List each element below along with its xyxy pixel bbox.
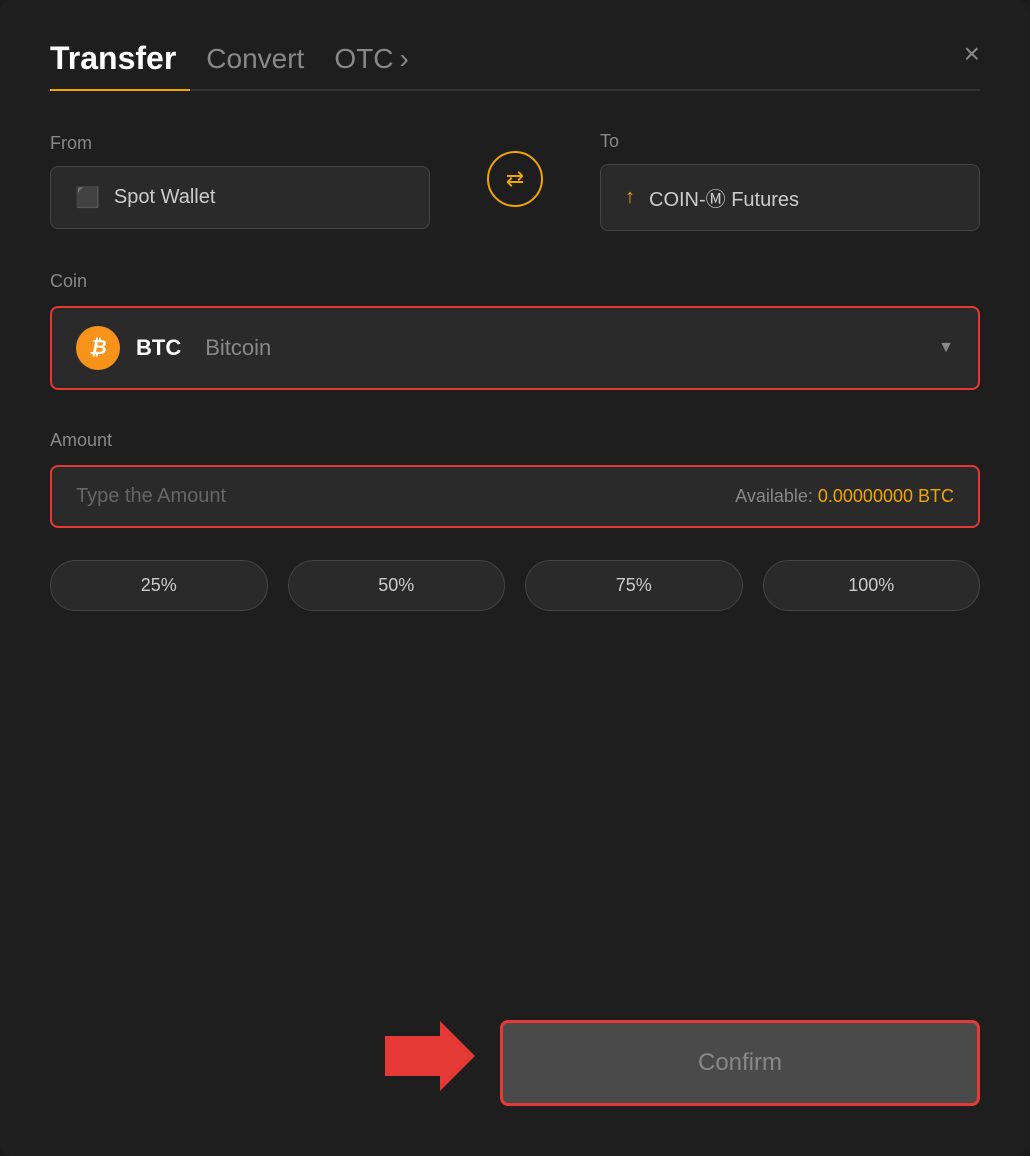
percent-75-button[interactable]: 75%	[525, 560, 743, 611]
tab-transfer[interactable]: Transfer	[50, 40, 176, 89]
coin-full-name: Bitcoin	[205, 335, 271, 361]
confirm-button[interactable]: Confirm	[500, 1020, 980, 1106]
percent-25-button[interactable]: 25%	[50, 560, 268, 611]
percent-50-button[interactable]: 50%	[288, 560, 506, 611]
tab-convert[interactable]: Convert	[206, 43, 304, 87]
amount-input[interactable]	[76, 485, 515, 508]
swap-icon: ⇄	[506, 166, 524, 192]
to-column: To ↑ COIN-Ⓜ Futures	[600, 131, 980, 231]
amount-label: Amount	[50, 430, 980, 451]
swap-button[interactable]: ⇄	[487, 151, 543, 207]
amount-input-wrapper: Available: 0.00000000 BTC	[50, 465, 980, 528]
coin-chevron-icon: ▼	[938, 339, 954, 357]
available-text: Available: 0.00000000 BTC	[735, 486, 954, 507]
wallet-icon: ⬛	[75, 185, 100, 210]
tab-otc[interactable]: OTC ›	[334, 43, 408, 87]
transfer-modal: Transfer Convert OTC › × From ⬛ Spot Wal…	[0, 0, 1030, 1156]
from-to-section: From ⬛ Spot Wallet ⇄ To ↑ COIN-Ⓜ Futures	[50, 131, 980, 231]
from-wallet-name: Spot Wallet	[114, 186, 216, 209]
percent-buttons: 25% 50% 75% 100%	[50, 560, 980, 611]
available-amount: 0.00000000 BTC	[818, 486, 954, 506]
btc-icon: ₿	[76, 326, 120, 370]
close-button[interactable]: ×	[964, 40, 980, 68]
to-wallet-select[interactable]: ↑ COIN-Ⓜ Futures	[600, 164, 980, 231]
futures-icon: ↑	[625, 186, 635, 209]
modal-header: Transfer Convert OTC › ×	[50, 40, 980, 89]
from-label: From	[50, 133, 430, 154]
to-wallet-name: COIN-Ⓜ Futures	[649, 183, 799, 212]
confirm-section: Confirm	[50, 1020, 980, 1106]
amount-section: Amount Available: 0.00000000 BTC	[50, 430, 980, 528]
percent-100-button[interactable]: 100%	[763, 560, 981, 611]
coin-section: Coin ₿ BTC Bitcoin ▼	[50, 271, 980, 430]
coin-select-dropdown[interactable]: ₿ BTC Bitcoin ▼	[50, 306, 980, 390]
arrow-svg	[385, 1021, 475, 1091]
to-label: To	[600, 131, 980, 152]
swap-container: ⇄	[430, 151, 600, 211]
header-underline	[50, 89, 980, 91]
coin-symbol: BTC	[136, 335, 181, 361]
arrow-indicator	[385, 1021, 475, 1096]
coin-label: Coin	[50, 271, 980, 292]
from-column: From ⬛ Spot Wallet	[50, 133, 430, 229]
from-wallet-select[interactable]: ⬛ Spot Wallet	[50, 166, 430, 229]
chevron-right-icon: ›	[399, 43, 408, 75]
